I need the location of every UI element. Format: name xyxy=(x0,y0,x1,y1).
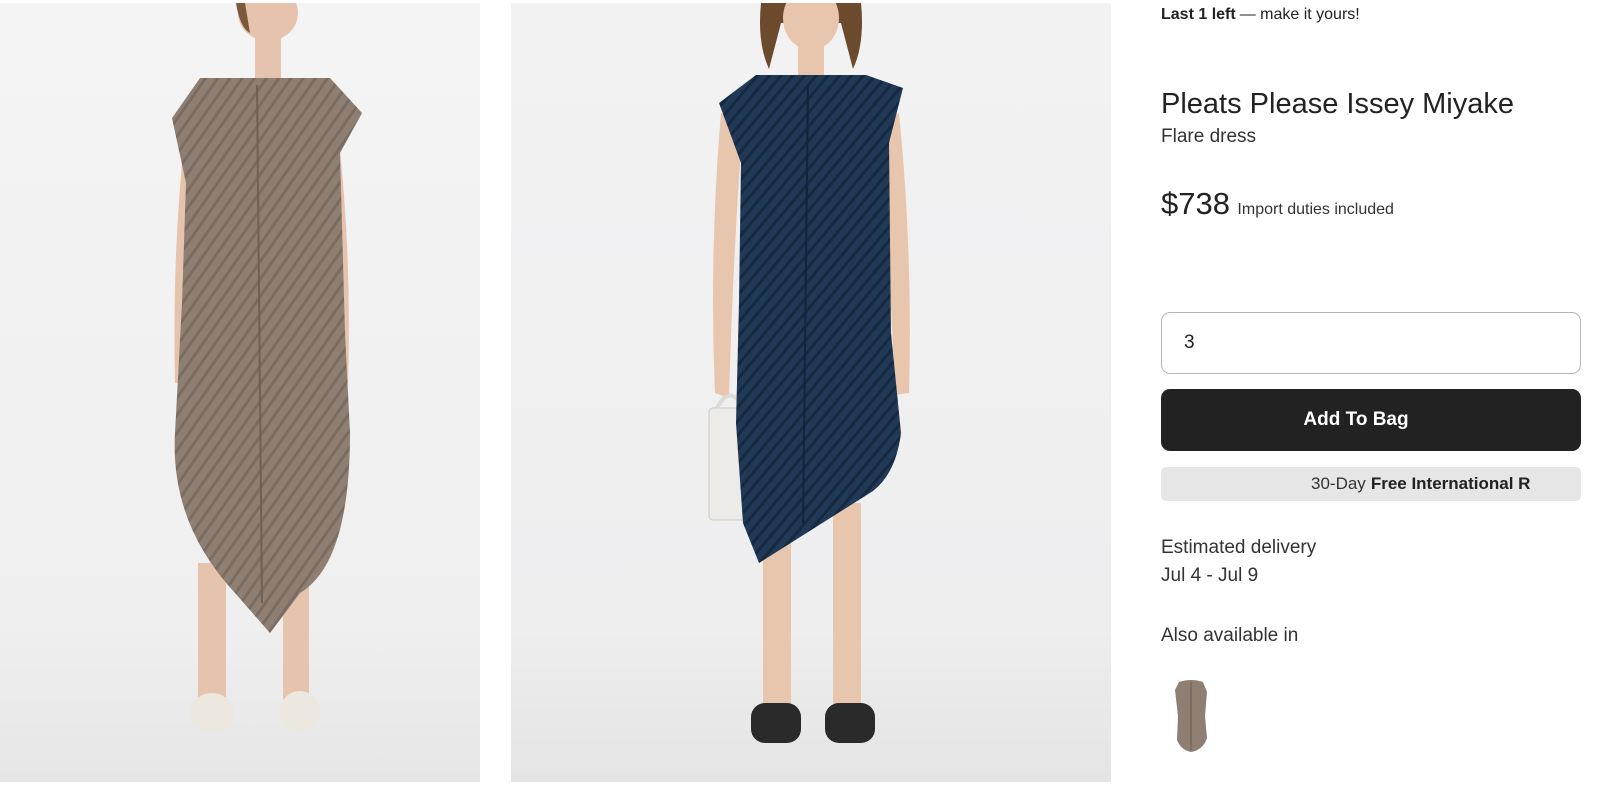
product-image-front-taupe[interactable] xyxy=(0,3,480,782)
stock-count: Last 1 left xyxy=(1161,6,1236,23)
color-swatch-taupe[interactable] xyxy=(1171,676,1211,756)
brand-name[interactable]: Pleats Please Issey Miyake xyxy=(1161,88,1514,121)
product-info-panel: Last 1 left — make it yours! Pleats Pleas… xyxy=(1161,0,1598,802)
quantity-value: 3 xyxy=(1184,332,1195,353)
stock-message: — make it yours! xyxy=(1239,6,1360,23)
dress-photo-navy-icon xyxy=(511,3,1111,782)
price: $738 xyxy=(1161,186,1230,221)
dress-photo-taupe-icon xyxy=(0,3,480,782)
product-image-model-navy[interactable] xyxy=(511,3,1111,782)
quantity-select[interactable]: 3 xyxy=(1161,312,1581,374)
returns-prefix: 30-Day xyxy=(1311,474,1366,493)
dress-thumbnail-icon xyxy=(1175,680,1207,752)
returns-banner[interactable]: 30-Day Free International R xyxy=(1161,467,1581,501)
returns-bold-text: Free International R xyxy=(1370,474,1531,493)
duties-note: Import duties included xyxy=(1237,201,1394,218)
estimated-delivery-label: Estimated delivery xyxy=(1161,537,1317,558)
add-to-bag-button[interactable]: Add To Bag xyxy=(1161,389,1581,451)
price-row: $738 Import duties included xyxy=(1161,186,1394,222)
product-name: Flare dress xyxy=(1161,126,1257,147)
estimated-delivery-dates: Jul 4 - Jul 9 xyxy=(1161,565,1259,586)
also-available-label: Also available in xyxy=(1161,625,1299,646)
stock-notice: Last 1 left — make it yours! xyxy=(1161,6,1360,24)
